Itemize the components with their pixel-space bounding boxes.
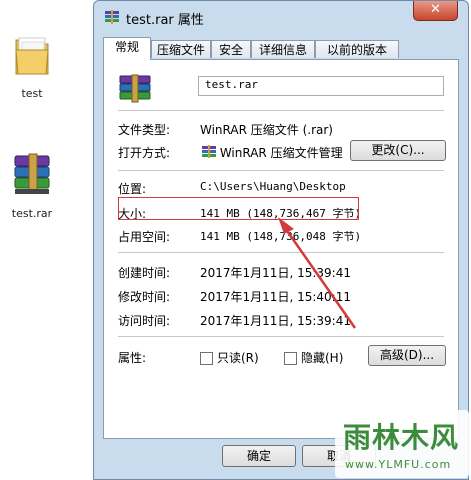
opens-with-label: 打开方式: (118, 146, 171, 160)
divider (118, 110, 444, 111)
winrar-small-icon (202, 145, 216, 158)
size-highlight-box (118, 197, 359, 220)
tab-archive[interactable]: 压缩文件 (151, 40, 211, 58)
readonly-checkbox[interactable]: 只读(R) (200, 349, 259, 366)
watermark-brand: 雨林木风 (343, 421, 460, 454)
divider (118, 252, 444, 253)
title-bar[interactable]: test.rar 属性 ✕ (94, 1, 468, 33)
accessed-value: 2017年1月11日, 15:39:41 (200, 314, 351, 328)
created-label: 创建时间: (118, 266, 171, 280)
folder-icon (15, 37, 49, 75)
winrar-archive-icon (14, 153, 50, 194)
divider (118, 170, 444, 171)
ok-button[interactable]: 确定 (222, 445, 296, 467)
properties-window: test.rar 属性 ✕ 常规 压缩文件 安全 详细信息 以前的版本 test… (93, 0, 469, 480)
tab-details[interactable]: 详细信息 (251, 40, 315, 58)
change-button[interactable]: 更改(C)... (350, 140, 446, 161)
tab-security[interactable]: 安全 (211, 40, 251, 58)
created-value: 2017年1月11日, 15:39:41 (200, 266, 351, 280)
accessed-label: 访问时间: (118, 314, 171, 328)
divider (118, 336, 444, 337)
desktop-folder-label: test (21, 87, 43, 100)
desktop-rar-label: test.rar (11, 207, 53, 220)
close-button[interactable]: ✕ (413, 1, 458, 21)
opens-with-value: WinRAR 压缩文件管理 (202, 144, 343, 161)
advanced-button[interactable]: 高级(D)... (368, 345, 446, 366)
readonly-checkbox-box[interactable] (200, 352, 213, 365)
tab-general[interactable]: 常规 (103, 37, 151, 60)
disk-size-value: 141 MB (148,736,048 字节) (200, 230, 362, 243)
filename-field[interactable]: test.rar (198, 76, 444, 96)
modified-label: 修改时间: (118, 290, 171, 304)
window-title: test.rar 属性 (126, 13, 204, 28)
file-large-icon (118, 74, 152, 107)
attributes-label: 属性: (118, 351, 147, 365)
file-type-value: WinRAR 压缩文件 (.rar) (200, 123, 333, 137)
disk-size-label: 占用空间: (118, 230, 171, 244)
hidden-checkbox-box[interactable] (284, 352, 297, 365)
hidden-label: 隐藏(H) (301, 351, 344, 365)
desktop-folder-icon[interactable]: test (2, 30, 62, 100)
winrar-title-icon (104, 9, 120, 28)
location-value: C:\Users\Huang\Desktop (200, 180, 346, 193)
watermark-url: www.YLMFU.com (345, 458, 452, 471)
general-panel: test.rar 文件类型: WinRAR 压缩文件 (.rar) 打开方式: … (103, 59, 459, 439)
opens-with-app: WinRAR 压缩文件管理 (219, 146, 343, 160)
watermark: 雨林木风 www.YLMFU.com (335, 410, 469, 478)
tab-previous-versions[interactable]: 以前的版本 (315, 40, 399, 58)
modified-value: 2017年1月11日, 15:40:11 (200, 290, 351, 304)
file-type-label: 文件类型: (118, 123, 171, 137)
hidden-checkbox[interactable]: 隐藏(H) (284, 349, 343, 366)
readonly-label: 只读(R) (217, 351, 259, 365)
desktop-rar-icon[interactable]: test.rar (2, 150, 62, 220)
location-label: 位置: (118, 182, 147, 196)
